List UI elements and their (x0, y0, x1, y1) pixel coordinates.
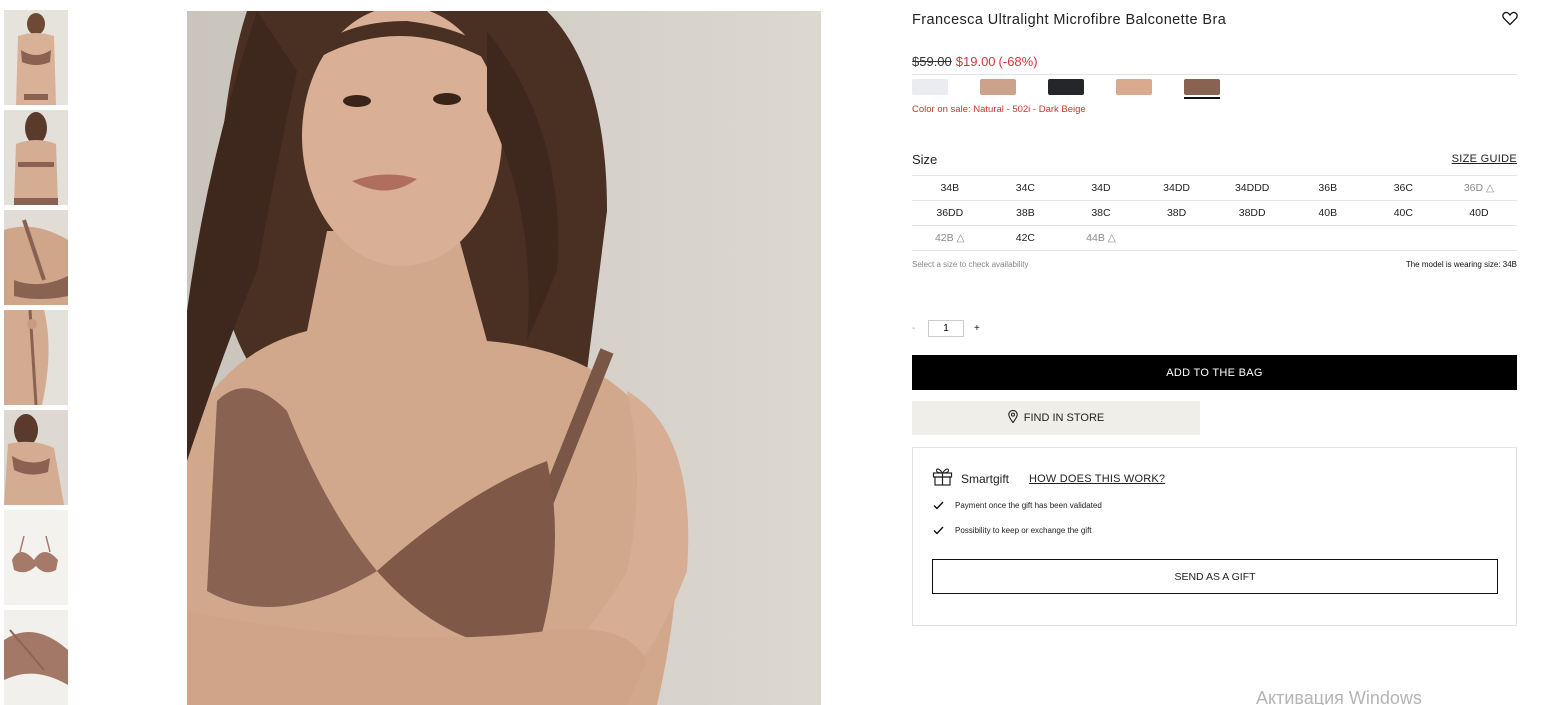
size-empty-cell (1441, 226, 1517, 250)
swatch-dark-beige[interactable] (1184, 79, 1220, 99)
windows-activation-watermark: Активация Windows (1256, 688, 1422, 705)
size-option[interactable]: 40C (1366, 201, 1442, 225)
size-empty-cell (1290, 226, 1366, 250)
model-size-note: The model is wearing size: 34B (1405, 260, 1517, 269)
size-option[interactable]: 34D (1063, 176, 1139, 200)
thumbnail-fabric-detail[interactable] (4, 610, 68, 705)
check-icon (933, 501, 944, 510)
size-option[interactable]: 36C (1366, 176, 1442, 200)
size-option[interactable]: 38DD (1214, 201, 1290, 225)
size-option[interactable]: 34DD (1139, 176, 1215, 200)
size-option[interactable]: 38B (988, 201, 1064, 225)
quantity-stepper: - + (912, 320, 980, 337)
swatch-black[interactable] (1048, 79, 1084, 95)
quantity-input[interactable] (928, 320, 964, 337)
add-to-bag-button[interactable]: ADD TO THE BAG (912, 355, 1517, 390)
price-block: $59.00 $19.00 (-68%) (912, 54, 1038, 69)
check-icon (933, 526, 944, 535)
size-label: Size (912, 152, 938, 167)
thumbnail-strap-detail[interactable] (4, 210, 68, 305)
swatch-nude[interactable] (1116, 79, 1152, 95)
thumbnail-gallery (4, 10, 68, 705)
send-as-gift-button[interactable]: SEND AS A GIFT (932, 559, 1498, 594)
swatch-light-beige[interactable] (980, 79, 1016, 95)
size-option[interactable]: 34B (912, 176, 988, 200)
thumbnail-hook-detail[interactable] (4, 310, 68, 405)
product-title: Francesca Ultralight Microfibre Balconet… (912, 12, 1227, 28)
size-option[interactable]: 40D (1441, 201, 1517, 225)
size-option[interactable]: 40B (1290, 201, 1366, 225)
location-pin-icon (1007, 409, 1018, 426)
size-option[interactable]: 36B (1290, 176, 1366, 200)
size-option-unavailable[interactable]: 44B △ (1063, 226, 1139, 250)
size-option[interactable]: 38C (1063, 201, 1139, 225)
smartgift-name: Smartgift (961, 472, 1010, 486)
old-price: $59.00 (912, 54, 952, 69)
size-empty-cell (1214, 226, 1290, 250)
size-option[interactable]: 42C (988, 226, 1064, 250)
color-on-sale-note: Color on sale: Natural - 502i - Dark Bei… (912, 104, 1086, 115)
thumbnail-product-flat[interactable] (4, 510, 68, 605)
gift-perk: Payment once the gift has been validated (933, 501, 1102, 510)
find-in-store-button[interactable]: FIND IN STORE (912, 401, 1200, 435)
size-row: 42B △ 42C 44B △ (912, 226, 1517, 251)
size-option[interactable]: 38D (1139, 201, 1215, 225)
size-empty-cell (1366, 226, 1442, 250)
size-option[interactable]: 34DDD (1214, 176, 1290, 200)
size-row: 36DD 38B 38C 38D 38DD 40B 40C 40D (912, 201, 1517, 226)
gift-icon (932, 467, 953, 491)
size-guide-link[interactable]: SIZE GUIDE (1452, 153, 1517, 165)
color-swatches (912, 79, 1252, 99)
size-option-unavailable[interactable]: 36D △ (1441, 176, 1517, 200)
discount-badge: (-68%) (998, 54, 1038, 69)
size-option[interactable]: 36DD (912, 201, 988, 225)
quantity-decrease-button[interactable]: - (912, 323, 928, 334)
size-empty-cell (1139, 226, 1215, 250)
thumbnail-front[interactable] (4, 10, 68, 105)
divider (912, 74, 1517, 75)
size-option[interactable]: 34C (988, 176, 1064, 200)
size-help-text: Select a size to check availability (912, 260, 1029, 269)
size-grid: 34B 34C 34D 34DD 34DDD 36B 36C 36D △ 36D… (912, 175, 1517, 251)
swatch-white[interactable] (912, 79, 948, 95)
sale-price: $19.00 (955, 54, 996, 69)
smartgift-header: Smartgift HOW DOES THIS WORK? (932, 467, 1165, 491)
size-row: 34B 34C 34D 34DD 34DDD 36B 36C 36D △ (912, 176, 1517, 201)
main-product-image[interactable] (187, 11, 821, 705)
gift-perk-text: Payment once the gift has been validated (955, 501, 1102, 510)
thumbnail-back[interactable] (4, 110, 68, 205)
heart-icon[interactable] (1502, 11, 1518, 26)
size-option-unavailable[interactable]: 42B △ (912, 226, 988, 250)
quantity-increase-button[interactable]: + (974, 323, 980, 334)
gift-perk-text: Possibility to keep or exchange the gift (955, 526, 1092, 535)
gift-perk: Possibility to keep or exchange the gift (933, 526, 1092, 535)
find-in-store-label: FIND IN STORE (1023, 412, 1105, 424)
thumbnail-seated[interactable] (4, 410, 68, 505)
smartgift-panel: Smartgift HOW DOES THIS WORK? Payment on… (912, 447, 1517, 626)
how-does-this-work-link[interactable]: HOW DOES THIS WORK? (1029, 473, 1165, 485)
